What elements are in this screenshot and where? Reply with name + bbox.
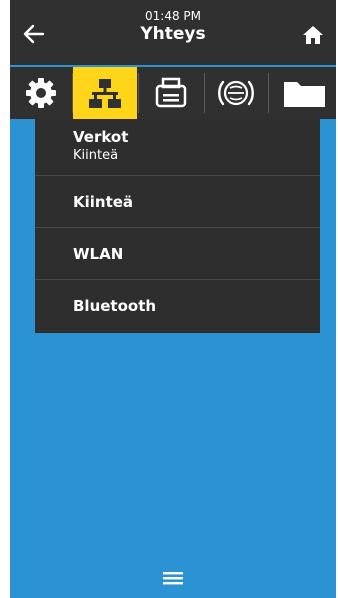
page-title: Yhteys: [140, 24, 206, 44]
menu-item-bluetooth[interactable]: Bluetooth: [35, 280, 320, 333]
tab-print[interactable]: [139, 67, 203, 119]
hamburger-menu-icon: [163, 572, 183, 585]
network-icon: [89, 79, 121, 108]
folder-icon: [283, 82, 325, 107]
tab-storage[interactable]: [269, 67, 336, 119]
connection-menu: Verkot Kiinteä Kiinteä WLAN Bluetooth: [35, 119, 320, 333]
menu-item-label: WLAN: [73, 245, 124, 263]
tab-rfid[interactable]: [205, 67, 267, 119]
clock-time: 01:48 PM: [145, 9, 201, 23]
menu-item-networks[interactable]: Verkot Kiinteä: [35, 119, 320, 176]
printer-icon: [155, 77, 187, 108]
menu-item-label: Bluetooth: [73, 297, 157, 315]
main-menu-button[interactable]: [153, 566, 193, 590]
tab-settings[interactable]: [10, 67, 72, 119]
home-button[interactable]: [296, 18, 330, 52]
menu-item-label: Kiinteä: [73, 193, 134, 211]
tab-connection[interactable]: [73, 67, 137, 119]
gear-icon: [26, 78, 56, 108]
printer-screen: 01:48 PM Yhteys Verkot Kiinteä Kiinteä W…: [10, 0, 336, 598]
menu-item-wlan[interactable]: WLAN: [35, 228, 320, 280]
home-icon: [303, 26, 323, 44]
menu-item-wired[interactable]: Kiinteä: [35, 176, 320, 228]
tab-bar: [10, 67, 336, 119]
rfid-icon: [218, 80, 254, 106]
menu-item-sublabel: Kiinteä: [73, 148, 119, 163]
header-bar: 01:48 PM Yhteys: [10, 0, 336, 65]
menu-item-label: Verkot: [73, 128, 129, 146]
